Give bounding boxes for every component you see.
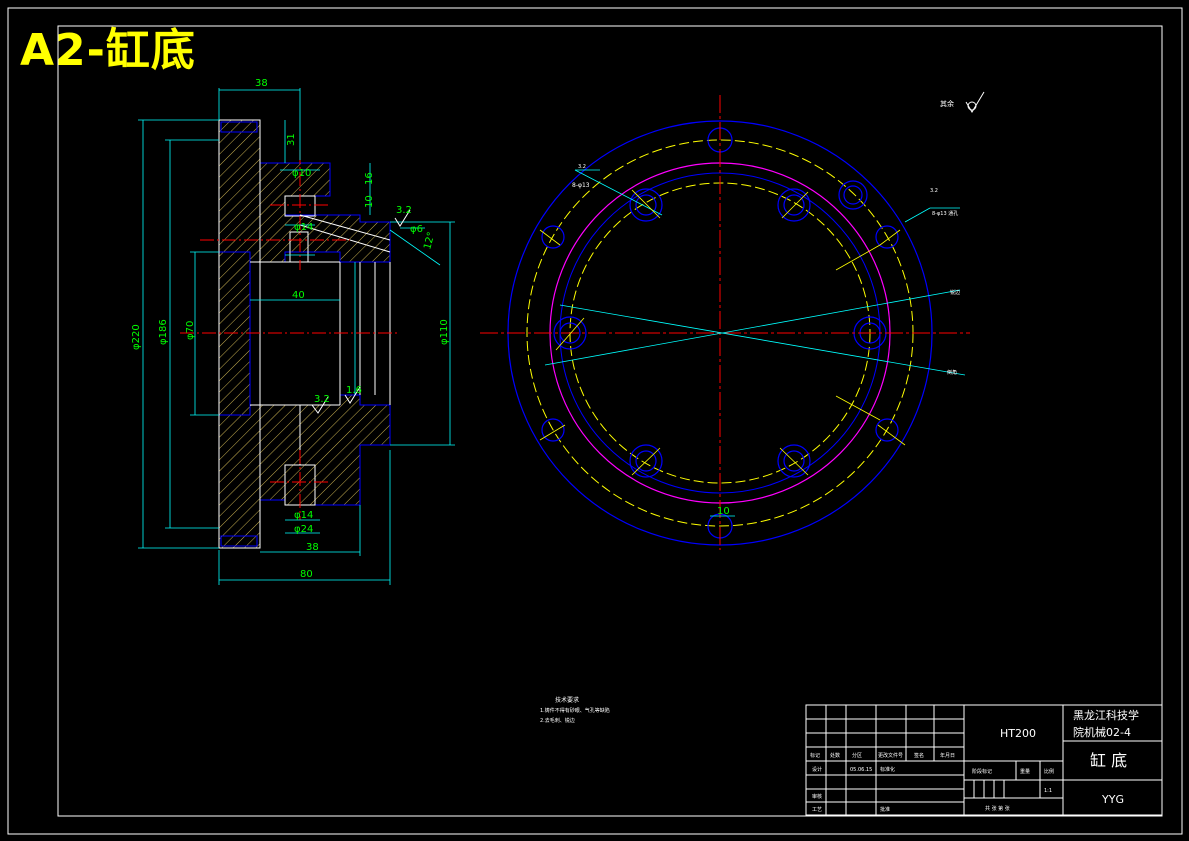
dim-bottom-3: 38 — [306, 542, 319, 553]
notes-heading: 技术要求 — [555, 696, 579, 704]
title-scale: 比例 — [1044, 768, 1054, 775]
title-design: 设计 — [812, 766, 822, 773]
front-leader-3: 锐边 — [950, 289, 960, 296]
notes-line-1: 1.铸件不得有砂眼、气孔等缺陷 — [540, 707, 610, 714]
cad-drawing-canvas: 38 31 φ220 φ186 φ70 40 12° φ10 φ14 φ6 16… — [7, 7, 1183, 835]
notes-line-2: 2.去毛刺、锐边 — [540, 717, 575, 724]
title-label-date: 年月日 — [940, 752, 955, 759]
dim-overall-len: 80 — [300, 569, 313, 580]
title-label-zone: 分区 — [852, 752, 862, 759]
title-sheet-info: 共 张 第 张 — [985, 805, 1010, 812]
title-approve: 批准 — [880, 806, 890, 813]
dim-bottom-1: φ14 — [294, 510, 313, 521]
title-check: 审核 — [812, 793, 822, 800]
roughness-note-symbol — [965, 91, 985, 113]
dim-flange-thk: 31 — [286, 133, 297, 146]
dim-bore-inner: φ70 — [185, 321, 196, 340]
dim-bore: φ110 — [439, 319, 450, 345]
front-leader-2: 8-φ13 通孔 — [932, 210, 958, 217]
dim-rough-3: 1.6 — [346, 385, 362, 396]
school-line-2: 院机械02-4 — [1073, 725, 1131, 739]
dim-angle: 12° — [422, 231, 437, 251]
title-process: 工艺 — [812, 807, 822, 813]
front-view: 其余 8-φ13 8-φ13 通孔 锐边 倒角 3.2 3.2 10 — [480, 91, 985, 550]
title-stage: 阶段标记 — [972, 768, 992, 775]
roughness-note-text: 其余 — [940, 99, 954, 108]
school-line-1: 黑龙江科技学 — [1073, 708, 1139, 722]
dim-small-a: φ10 — [292, 168, 311, 179]
dim-depth: 40 — [292, 290, 305, 301]
section-view: 38 31 φ220 φ186 φ70 40 12° φ10 φ14 φ6 16… — [131, 78, 455, 585]
title-weight: 重量 — [1020, 768, 1030, 775]
dim-rough-2: 3.2 — [314, 394, 330, 405]
front-rough-b: 3.2 — [930, 188, 938, 194]
front-rough-a: 3.2 — [578, 164, 586, 170]
front-leader-lines — [544, 169, 966, 376]
title-scale-value: 1:1 — [1044, 788, 1052, 794]
dim-small-d: 16 — [364, 172, 375, 185]
dim-bottom-2: φ24 — [294, 524, 313, 535]
title-standard: 标准化 — [880, 766, 895, 773]
title-label-count: 处数 — [830, 752, 840, 759]
title-label-mark: 标记 — [810, 752, 820, 759]
front-leader-4: 倒角 — [947, 369, 957, 376]
title-date-value: 05.06.15 — [850, 767, 872, 773]
front-leader-1: 8-φ13 — [572, 182, 590, 189]
drawer-name: YYG — [1101, 793, 1124, 806]
material: HT200 — [1000, 727, 1036, 740]
dim-top-width: 38 — [255, 78, 268, 89]
title-label-sign: 签名 — [914, 752, 924, 759]
front-bottom-dim-text: 10 — [717, 506, 730, 517]
technical-notes: 技术要求 1.铸件不得有砂眼、气孔等缺陷 2.去毛刺、锐边 — [540, 696, 610, 724]
dim-pitch-dia: φ186 — [158, 319, 169, 345]
title-label-change: 更改文件号 — [878, 752, 903, 759]
dim-small-c: φ6 — [410, 224, 423, 235]
dim-outer-dia: φ220 — [131, 324, 142, 350]
dim-small-b: φ14 — [294, 222, 313, 233]
part-name: 缸 底 — [1090, 751, 1127, 770]
dim-small-e: 10 — [364, 195, 375, 208]
sheet-title: A2-缸底 — [20, 25, 196, 76]
dim-rough-1: 3.2 — [396, 205, 412, 216]
